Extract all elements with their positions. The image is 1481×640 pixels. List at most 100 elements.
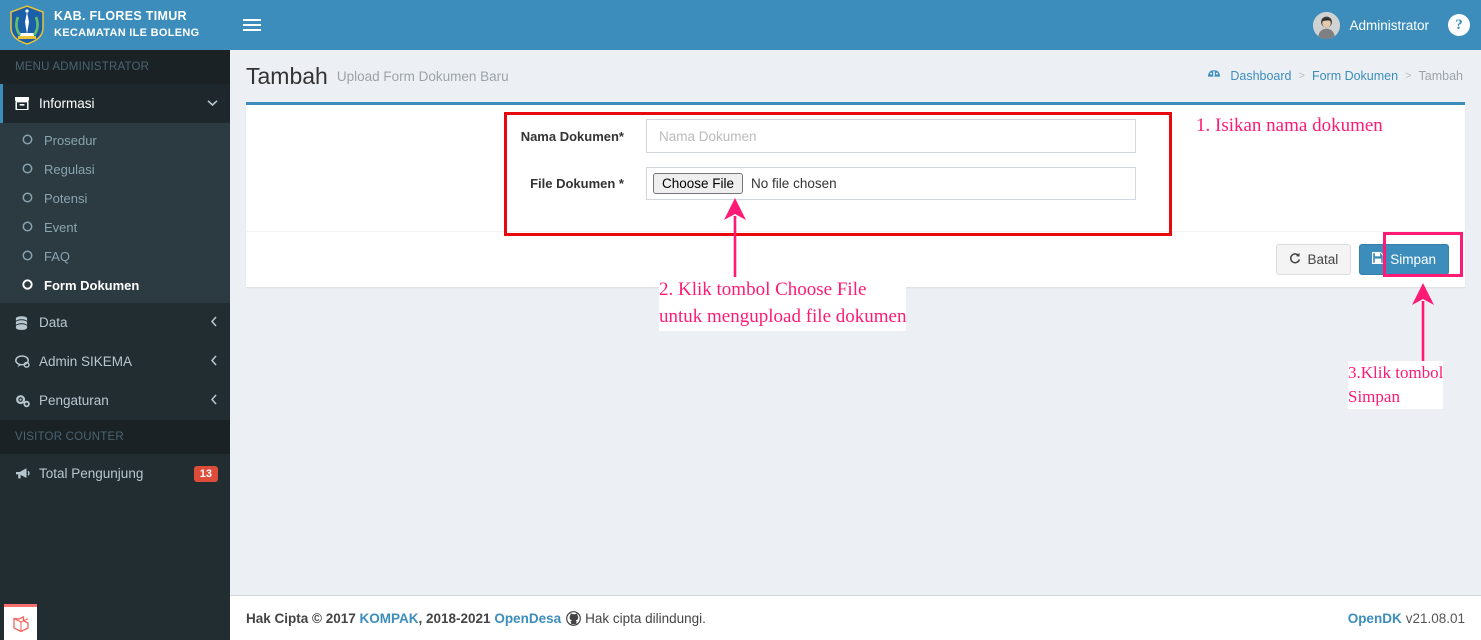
user-avatar bbox=[1313, 11, 1341, 39]
brand-line-2: KECAMATAN ILE BOLENG bbox=[54, 27, 200, 40]
circle-o-icon bbox=[22, 134, 44, 148]
breadcrumb-item-current: Tambah bbox=[1418, 69, 1463, 83]
visitor-count-badge: 13 bbox=[193, 465, 218, 482]
sidebar-subitem-regulasi[interactable]: Regulasi bbox=[0, 155, 230, 184]
refresh-icon bbox=[1289, 252, 1301, 267]
bullhorn-icon bbox=[15, 467, 39, 480]
nama-dokumen-input[interactable] bbox=[646, 119, 1136, 153]
file-dokumen-label: File Dokumen * bbox=[530, 176, 624, 191]
footer-suffix: Hak cipta dilindungi. bbox=[585, 610, 706, 626]
choose-file-button[interactable]: Choose File bbox=[653, 173, 744, 194]
help-button[interactable]: ? bbox=[1437, 0, 1481, 50]
footer-prefix: Hak Cipta © 2017 bbox=[246, 610, 360, 626]
database-icon bbox=[15, 315, 39, 330]
sidebar-subitem-label: Event bbox=[44, 220, 78, 235]
sidebar: KAB. FLORES TIMUR KECAMATAN ILE BOLENG M… bbox=[0, 0, 230, 640]
user-menu[interactable]: Administrator bbox=[1313, 11, 1437, 39]
sidebar-item-label: Total Pengunjung bbox=[39, 466, 144, 481]
annotation-2: 2. Klik tombol Choose File untuk mengupl… bbox=[659, 277, 907, 331]
sidebar-item-label: Data bbox=[39, 315, 68, 330]
sidebar-subitem-faq[interactable]: FAQ bbox=[0, 242, 230, 271]
sidebar-item-label: Admin SIKEMA bbox=[39, 354, 133, 369]
nama-dokumen-label: Nama Dokumen* bbox=[520, 128, 624, 144]
page-subtitle: Upload Form Dokumen Baru bbox=[336, 68, 509, 84]
page-title: Tambah bbox=[246, 62, 328, 89]
annotation-1-line-1: 1. Isikan nama dokumen bbox=[1196, 113, 1383, 140]
circle-o-icon bbox=[22, 192, 44, 206]
sidebar-subitem-label: Regulasi bbox=[44, 162, 95, 177]
hamburger-icon bbox=[243, 16, 261, 34]
top-navbar: Administrator ? bbox=[230, 0, 1481, 50]
file-dokumen-input[interactable]: Choose File No file chosen bbox=[646, 167, 1136, 200]
brand-header[interactable]: KAB. FLORES TIMUR KECAMATAN ILE BOLENG bbox=[0, 0, 230, 50]
cancel-button[interactable]: Batal bbox=[1276, 244, 1352, 275]
sidebar-subitem-label: Prosedur bbox=[44, 133, 97, 148]
user-name: Administrator bbox=[1349, 17, 1429, 33]
circle-o-icon bbox=[22, 278, 44, 293]
annotation-arrow-simpan bbox=[1412, 283, 1434, 364]
save-button-label: Simpan bbox=[1390, 252, 1436, 267]
question-mark-icon: ? bbox=[1448, 14, 1470, 36]
regency-emblem-icon bbox=[8, 5, 46, 45]
breadcrumb-item-dashboard[interactable]: Dashboard bbox=[1230, 69, 1291, 83]
annotation-2-line-2: untuk mengupload file dokumen bbox=[659, 303, 907, 331]
admin-page: KAB. FLORES TIMUR KECAMATAN ILE BOLENG M… bbox=[0, 0, 1481, 640]
footer-brand[interactable]: OpenDK bbox=[1348, 611, 1402, 626]
circle-o-icon bbox=[22, 163, 44, 177]
sidebar-item-label: Informasi bbox=[39, 96, 95, 111]
chevron-left-icon bbox=[210, 394, 218, 408]
archive-icon bbox=[15, 97, 39, 110]
sidebar-item-total-pengunjung[interactable]: Total Pengunjung 13 bbox=[0, 454, 230, 493]
chevron-left-icon bbox=[210, 316, 218, 330]
footer-mid: , 2018-2021 bbox=[418, 610, 495, 626]
sidebar-menu-header: MENU ADMINISTRATOR bbox=[0, 50, 230, 84]
annotation-1: 1. Isikan nama dokumen bbox=[1196, 113, 1383, 140]
laravel-logo-icon bbox=[4, 604, 37, 640]
nama-dokumen-control bbox=[646, 119, 1136, 153]
sidebar-item-label: Pengaturan bbox=[39, 393, 109, 408]
chevron-down-icon bbox=[207, 98, 218, 110]
gears-icon bbox=[15, 394, 39, 408]
dashboard-icon bbox=[1207, 69, 1221, 84]
sidebar-item-admin-sikema[interactable]: Admin SIKEMA bbox=[0, 342, 230, 381]
sidebar-subitem-label: Form Dokumen bbox=[44, 278, 140, 293]
save-button[interactable]: Simpan bbox=[1359, 244, 1449, 275]
breadcrumb-separator: > bbox=[1298, 70, 1305, 82]
sidebar-item-data[interactable]: Data bbox=[0, 303, 230, 342]
annotation-3-line-1: 3.Klik tombol bbox=[1348, 361, 1444, 386]
github-icon bbox=[566, 610, 581, 626]
footer-copyright: Hak Cipta © 2017 KOMPAK, 2018-2021 OpenD… bbox=[246, 611, 561, 626]
sidebar-subitem-prosedur[interactable]: Prosedur bbox=[0, 126, 230, 155]
breadcrumb-separator: > bbox=[1405, 70, 1412, 82]
comments-icon bbox=[15, 355, 39, 368]
sidebar-subitem-form-dokumen[interactable]: Form Dokumen bbox=[0, 271, 230, 300]
breadcrumb-item-form-dokumen[interactable]: Form Dokumen bbox=[1312, 69, 1398, 83]
annotation-3: 3.Klik tombol Simpan bbox=[1348, 361, 1444, 410]
file-chosen-status: No file chosen bbox=[751, 176, 837, 191]
sidebar-item-pengaturan[interactable]: Pengaturan bbox=[0, 381, 230, 420]
page-header: Tambah Upload Form Dokumen Baru Dashboar… bbox=[230, 50, 1481, 102]
sidebar-subitem-label: Potensi bbox=[44, 191, 88, 206]
footer-version: v21.08.01 bbox=[1405, 610, 1465, 626]
footer-link-kompak[interactable]: KOMPAK bbox=[360, 611, 419, 626]
brand-line-1: KAB. FLORES TIMUR bbox=[54, 8, 187, 23]
annotation-2-line-1: 2. Klik tombol Choose File bbox=[659, 277, 907, 304]
form-row-file-dokumen: File Dokumen * Choose File No file chose… bbox=[246, 167, 1465, 200]
file-dokumen-control: Choose File No file chosen bbox=[646, 167, 1136, 200]
cancel-button-label: Batal bbox=[1307, 252, 1339, 267]
sidebar-toggle-button[interactable] bbox=[230, 0, 274, 50]
sidebar-subitem-event[interactable]: Event bbox=[0, 213, 230, 242]
circle-o-icon bbox=[22, 250, 44, 264]
sidebar-item-informasi[interactable]: Informasi bbox=[0, 84, 230, 123]
page-footer: Hak Cipta © 2017 KOMPAK, 2018-2021 OpenD… bbox=[230, 595, 1481, 640]
footer-link-opendesa[interactable]: OpenDesa bbox=[494, 611, 561, 626]
circle-o-icon bbox=[22, 221, 44, 235]
breadcrumb: Dashboard > Form Dokumen > Tambah bbox=[1207, 69, 1463, 84]
annotation-3-line-2: Simpan bbox=[1348, 385, 1444, 410]
save-icon bbox=[1372, 252, 1385, 267]
chevron-left-icon bbox=[210, 355, 218, 369]
sidebar-subitem-potensi[interactable]: Potensi bbox=[0, 184, 230, 213]
sidebar-subitem-label: FAQ bbox=[44, 249, 71, 264]
sidebar-submenu-informasi: Prosedur Regulasi Potensi Event FAQ Form… bbox=[0, 123, 230, 303]
sidebar-visitor-header: VISITOR COUNTER bbox=[0, 420, 230, 454]
